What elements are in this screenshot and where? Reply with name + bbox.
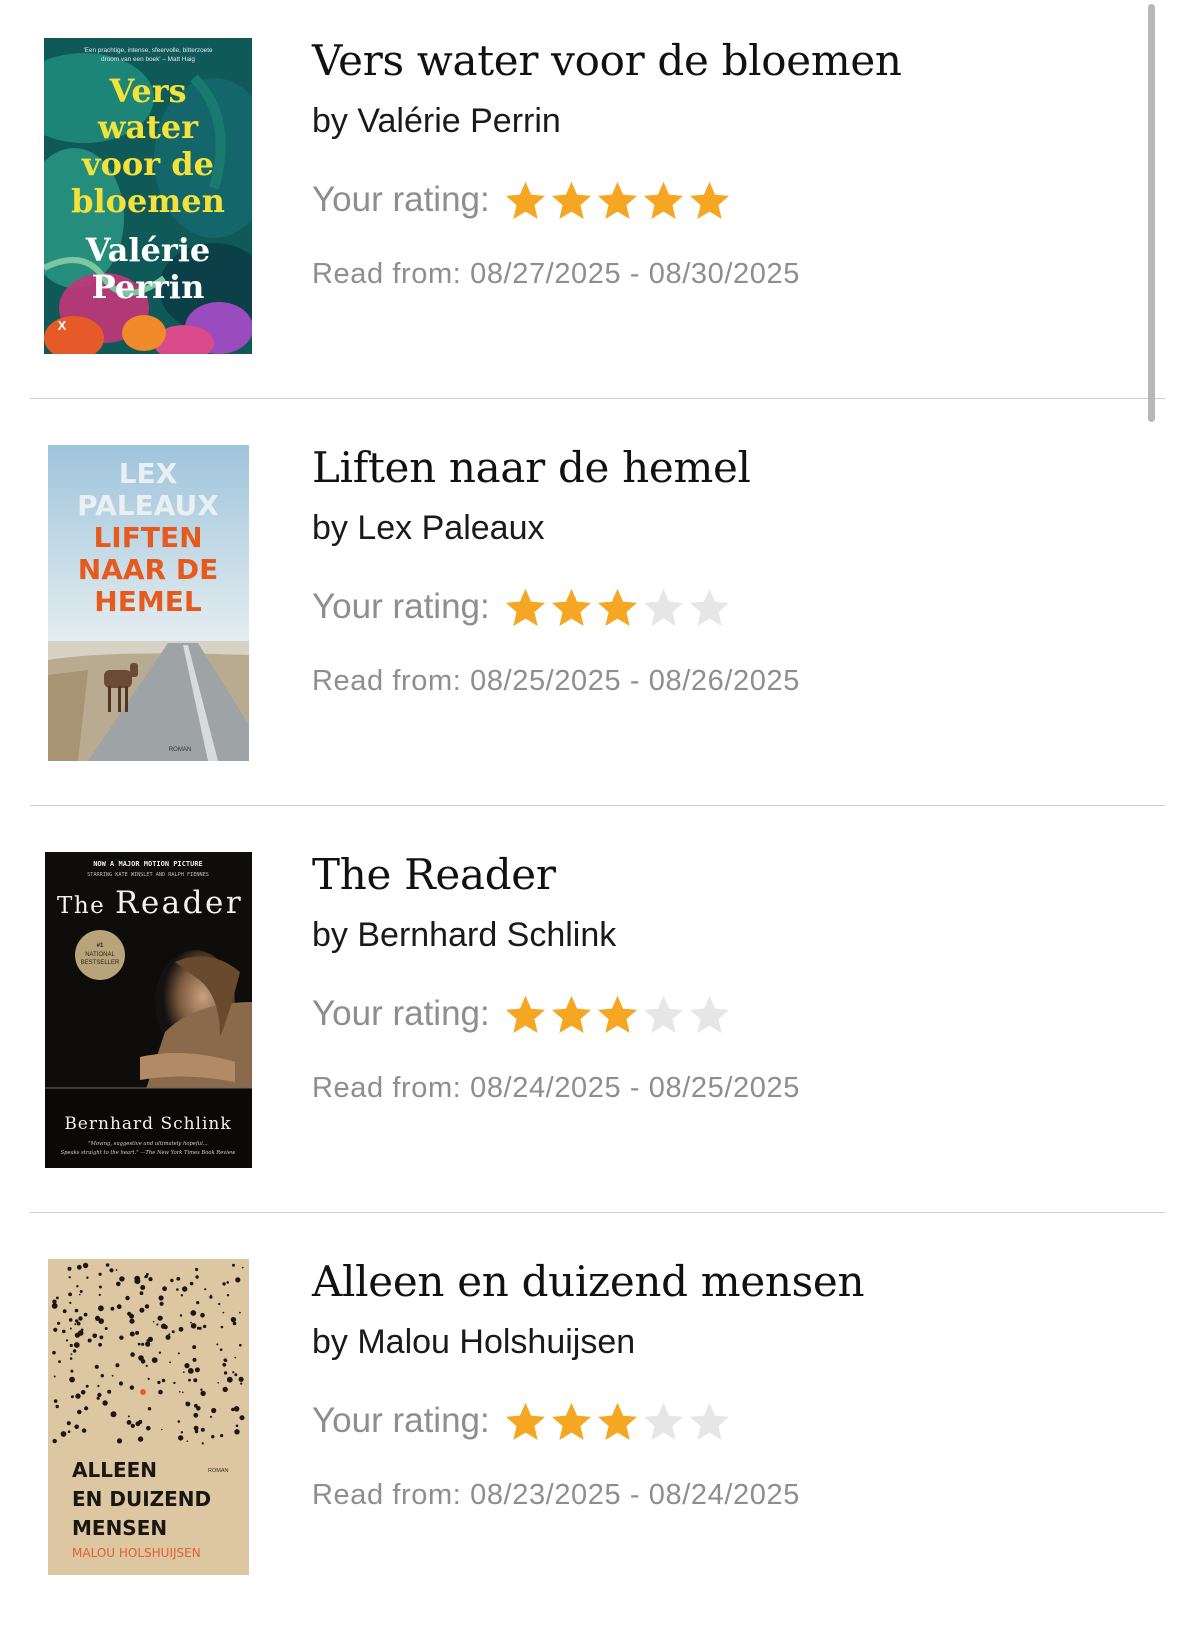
rating-label: Your rating:	[312, 587, 490, 626]
cover-tagline: NOW A MAJOR MOTION PICTURE	[93, 860, 203, 868]
star-filled-icon[interactable]	[550, 1400, 593, 1443]
cover-genre: ROMAN	[208, 1468, 229, 1474]
star-empty-icon[interactable]	[688, 1400, 731, 1443]
cover-author: PALEAUX	[77, 489, 219, 522]
cover-title: EN DUIZEND	[72, 1487, 211, 1511]
star-filled-icon[interactable]	[596, 1400, 639, 1443]
read-dates: Read from: 08/27/2025 - 08/30/2025	[312, 258, 800, 290]
rating-row: Your rating:	[312, 582, 731, 632]
cover-author: MALOU HOLSHUIJSEN	[72, 1546, 201, 1560]
book-title[interactable]: Liften naar de hemel	[312, 443, 751, 492]
bestseller-badge: BESTSELLER	[81, 960, 120, 966]
star-filled-icon[interactable]	[688, 179, 731, 222]
star-rating[interactable]	[504, 993, 731, 1036]
cover-title: voor de	[81, 145, 214, 183]
star-filled-icon[interactable]	[550, 586, 593, 629]
cover-quote: Speaks straight to the heart." —The New …	[61, 1150, 236, 1156]
cover-title: NAAR DE	[78, 553, 218, 586]
cover-title: MENSEN	[72, 1516, 167, 1540]
star-empty-icon[interactable]	[642, 586, 685, 629]
rating-row: Your rating:	[312, 989, 731, 1039]
star-filled-icon[interactable]	[596, 993, 639, 1036]
book-row-alleen[interactable]: ALLEEN EN DUIZEND MENSEN ROMAN MALOU HOL…	[0, 1221, 1179, 1628]
cover-art: LEX PALEAUX LIFTEN NAAR DE HEMEL ROMAN	[48, 445, 249, 761]
book-row-liften[interactable]: LEX PALEAUX LIFTEN NAAR DE HEMEL ROMAN L…	[0, 407, 1179, 814]
star-filled-icon[interactable]	[550, 179, 593, 222]
book-cover[interactable]: LEX PALEAUX LIFTEN NAAR DE HEMEL ROMAN	[48, 445, 249, 761]
book-list: 'Een prachtige, intense, sfeervolle, bit…	[0, 0, 1179, 1629]
rating-label: Your rating:	[312, 180, 490, 219]
book-title[interactable]: Alleen en duizend mensen	[312, 1257, 865, 1306]
book-row-vers-water[interactable]: 'Een prachtige, intense, sfeervolle, bit…	[0, 0, 1179, 407]
cover-quote: droom van een boek' – Matt Haig	[101, 56, 195, 63]
scrollbar[interactable]	[1148, 4, 1155, 422]
book-author[interactable]: by Lex Paleaux	[312, 509, 545, 548]
cover-art: NOW A MAJOR MOTION PICTURE STARRING KATE…	[45, 852, 252, 1168]
cover-title: water	[97, 108, 199, 146]
cover-quote: 'Een prachtige, intense, sfeervolle, bit…	[83, 47, 213, 54]
cover-author: Valérie	[85, 231, 211, 269]
cover-title: bloemen	[71, 182, 225, 220]
rating-label: Your rating:	[312, 994, 490, 1033]
cover-author: Bernhard Schlink	[64, 1114, 231, 1134]
star-rating[interactable]	[504, 586, 731, 629]
read-dates: Read from: 08/24/2025 - 08/25/2025	[312, 1072, 800, 1104]
book-cover[interactable]: 'Een prachtige, intense, sfeervolle, bit…	[44, 38, 252, 354]
book-cover[interactable]: NOW A MAJOR MOTION PICTURE STARRING KATE…	[45, 852, 252, 1168]
book-row-the-reader[interactable]: NOW A MAJOR MOTION PICTURE STARRING KATE…	[0, 814, 1179, 1221]
star-empty-icon[interactable]	[688, 993, 731, 1036]
book-title[interactable]: Vers water voor de bloemen	[312, 36, 902, 85]
cover-art: ALLEEN EN DUIZEND MENSEN ROMAN MALOU HOL…	[48, 1259, 249, 1575]
star-rating[interactable]	[504, 179, 731, 222]
row-divider	[30, 1212, 1165, 1213]
cover-title: LIFTEN	[93, 521, 202, 554]
row-divider	[30, 805, 1165, 806]
star-rating[interactable]	[504, 1400, 731, 1443]
star-filled-icon[interactable]	[504, 179, 547, 222]
star-filled-icon[interactable]	[596, 179, 639, 222]
cover-title: HEMEL	[94, 585, 202, 618]
rating-row: Your rating:	[312, 1396, 731, 1446]
cover-author: LEX	[119, 457, 178, 490]
bestseller-badge: #1	[97, 943, 104, 949]
rating-label: Your rating:	[312, 1401, 490, 1440]
star-filled-icon[interactable]	[504, 993, 547, 1036]
book-author[interactable]: by Malou Holshuijsen	[312, 1323, 635, 1362]
book-title[interactable]: The Reader	[312, 850, 556, 899]
row-divider	[30, 398, 1165, 399]
cover-title: Reader	[115, 885, 243, 921]
star-empty-icon[interactable]	[642, 1400, 685, 1443]
cover-title: ALLEEN	[72, 1458, 157, 1482]
star-filled-icon[interactable]	[596, 586, 639, 629]
star-filled-icon[interactable]	[504, 1400, 547, 1443]
star-empty-icon[interactable]	[642, 993, 685, 1036]
cover-title: The	[57, 893, 105, 919]
star-filled-icon[interactable]	[504, 586, 547, 629]
cover-genre: ROMAN	[169, 747, 191, 753]
book-cover[interactable]: ALLEEN EN DUIZEND MENSEN ROMAN MALOU HOL…	[48, 1259, 249, 1575]
bestseller-badge: NATIONAL	[85, 952, 115, 958]
book-author[interactable]: by Bernhard Schlink	[312, 916, 616, 955]
star-filled-icon[interactable]	[642, 179, 685, 222]
cover-art: 'Een prachtige, intense, sfeervolle, bit…	[44, 38, 252, 354]
cover-title: Vers	[108, 72, 186, 110]
read-dates: Read from: 08/25/2025 - 08/26/2025	[312, 665, 800, 697]
rating-row: Your rating:	[312, 175, 731, 225]
star-filled-icon[interactable]	[550, 993, 593, 1036]
book-author[interactable]: by Valérie Perrin	[312, 102, 561, 141]
cover-tagline: STARRING KATE WINSLET AND RALPH FIENNES	[87, 872, 209, 878]
cover-author: Perrin	[92, 268, 205, 306]
read-dates: Read from: 08/23/2025 - 08/24/2025	[312, 1479, 800, 1511]
star-empty-icon[interactable]	[688, 586, 731, 629]
publisher-logo: X	[58, 318, 67, 333]
cover-quote: "Moving, suggestive and ultimately hopef…	[88, 1141, 208, 1147]
